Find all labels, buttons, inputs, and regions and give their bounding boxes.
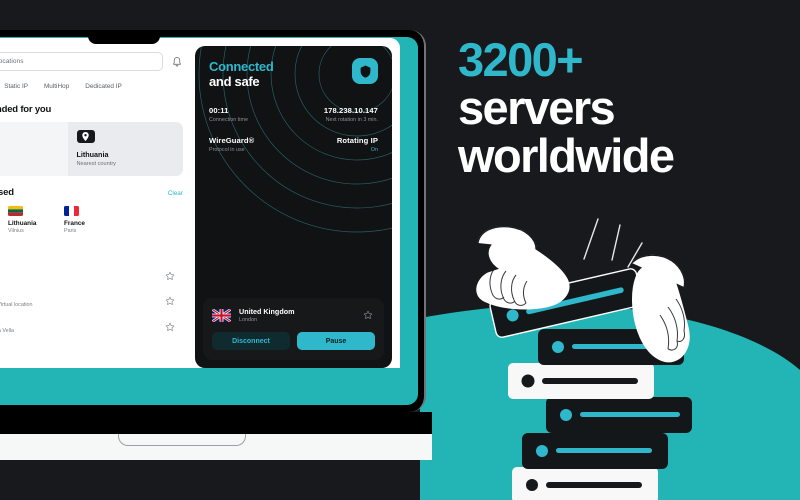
location-row-albania[interactable]: Albania Tirana <box>0 263 183 288</box>
star-icon[interactable] <box>165 322 175 332</box>
headline-server-count: 3200+ <box>458 33 584 86</box>
vpn-app-window: Search locations Locations Static IP Mul… <box>0 38 400 368</box>
recommended-title: Recommended for you <box>0 104 52 115</box>
star-icon[interactable] <box>165 296 175 306</box>
pause-button[interactable]: Pause <box>297 332 375 350</box>
recent-item-lithuania[interactable]: Lithuania Vilnius <box>8 205 64 241</box>
stat-rotating-ip: Rotating IP On <box>337 136 378 153</box>
recent-item-name: France <box>64 219 85 227</box>
laptop-trackpad-notch <box>118 434 246 446</box>
location-city: Tirana <box>0 277 158 283</box>
active-connection-text: United Kingdom London <box>239 307 355 323</box>
recommended-card-lithuania[interactable]: Lithuania Nearest country <box>67 122 183 176</box>
stat-label: Connection time <box>209 116 248 123</box>
recent-item-united-kingdom[interactable]: United Kingdom London <box>0 206 8 241</box>
location-name: Andorra <box>0 319 158 327</box>
location-text: Albania Tirana <box>0 269 158 283</box>
promo-headline: 3200+ servers worldwide <box>458 36 788 180</box>
location-row-algeria[interactable]: Algeria Algiers - Virtual location <box>0 288 183 313</box>
recommended-card-subtitle: Fastest location <box>0 161 59 167</box>
search-input[interactable]: Search locations <box>0 52 163 71</box>
stat-value: WireGuard® <box>209 135 255 145</box>
recommended-cards: Poland Fastest location Lithuania Neares… <box>0 122 183 176</box>
stat-connection-time: 00:11 Connection time <box>209 106 248 123</box>
app-sidebar: Search locations Locations Static IP Mul… <box>0 38 195 368</box>
connection-stats-row-1: 00:11 Connection time 178.238.10.147 Nex… <box>209 106 378 123</box>
headline-line-3: worldwide <box>458 128 675 182</box>
active-connection-card: United Kingdom London Disconnect Pause <box>203 298 384 360</box>
connection-actions: Disconnect Pause <box>212 332 375 350</box>
promo-screenshot: Search locations Locations Static IP Mul… <box>0 0 800 500</box>
tab-multihop[interactable]: MultiHop <box>38 80 75 93</box>
stat-label: Next rotation in 3 min. <box>325 116 378 123</box>
location-city: Algiers - Virtual location <box>0 302 33 309</box>
tab-static-ip[interactable]: Static IP <box>0 80 34 93</box>
recently-used-list: United Kingdom London Lithuania Vilnius <box>0 205 183 241</box>
recent-item-city: Vilnius <box>8 227 24 234</box>
stat-ip-address: 178.238.10.147 Next rotation in 3 min. <box>324 106 378 123</box>
app-tabs: Locations Static IP MultiHop Dedicated I… <box>0 80 183 93</box>
stat-label: On <box>370 146 378 153</box>
recent-item-france[interactable]: France Paris <box>64 205 120 241</box>
recently-used-header: Recently used Clear <box>0 187 183 198</box>
locations-title: Locations <box>0 252 183 263</box>
flag-france <box>64 205 79 216</box>
star-icon[interactable] <box>165 271 175 281</box>
stat-value: 00:11 <box>209 105 229 115</box>
location-name: Algeria <box>0 294 158 302</box>
disconnect-button[interactable]: Disconnect <box>212 332 290 350</box>
stat-value: Rotating IP <box>336 135 378 145</box>
recommended-card-name: Lithuania <box>76 150 109 159</box>
recent-item-city: Paris <box>64 227 77 234</box>
location-text: Algeria Algiers - Virtual location <box>0 294 158 308</box>
recommended-card-subtitle: Nearest country <box>76 160 116 167</box>
clear-recently-used-button[interactable]: Clear <box>168 190 183 197</box>
stat-protocol: WireGuard® Protocol in use <box>209 136 254 153</box>
recent-item-city: London <box>0 235 8 241</box>
connection-stats-row-2: WireGuard® Protocol in use Rotating IP O… <box>209 136 378 153</box>
search-placeholder: Search locations <box>0 58 24 65</box>
active-connection-header: United Kingdom London <box>212 307 375 323</box>
headline-line-2: servers <box>458 80 616 134</box>
left-hand-icon <box>476 226 570 310</box>
spark-lines <box>583 218 643 268</box>
shield-logo-icon <box>352 58 378 84</box>
recommended-card-name: Poland <box>0 150 59 159</box>
pin-icon <box>76 130 95 143</box>
active-connection-city: London <box>239 317 257 323</box>
location-name: Albania <box>0 269 158 277</box>
search-row: Search locations <box>0 52 183 71</box>
hands-stacking-servers-illustration <box>476 218 692 500</box>
app-main-area: Connected and safe 00:11 Connection time… <box>195 38 400 368</box>
location-row-andorra[interactable]: Andorra Andorra la Vella <box>0 313 183 338</box>
location-city: Andorra la Vella <box>0 327 15 334</box>
flag-uk <box>212 308 231 322</box>
flag-lithuania <box>8 205 23 216</box>
laptop-hinge <box>0 412 432 434</box>
stat-label: Protocol in use <box>209 146 245 153</box>
recommended-card-poland[interactable]: Poland Fastest location <box>0 122 68 176</box>
bell-icon[interactable] <box>171 56 183 68</box>
tab-dedicated-ip[interactable]: Dedicated IP <box>79 80 128 93</box>
laptop-camera-notch <box>88 30 160 44</box>
active-connection-country: United Kingdom <box>239 307 295 316</box>
recent-item-name: Lithuania <box>8 219 37 227</box>
recently-used-title: Recently used <box>0 186 14 198</box>
connection-panel: Connected and safe 00:11 Connection time… <box>195 46 392 368</box>
location-text: Andorra Andorra la Vella <box>0 319 158 333</box>
stat-value: 178.238.10.147 <box>323 105 378 115</box>
star-icon[interactable] <box>363 310 373 320</box>
